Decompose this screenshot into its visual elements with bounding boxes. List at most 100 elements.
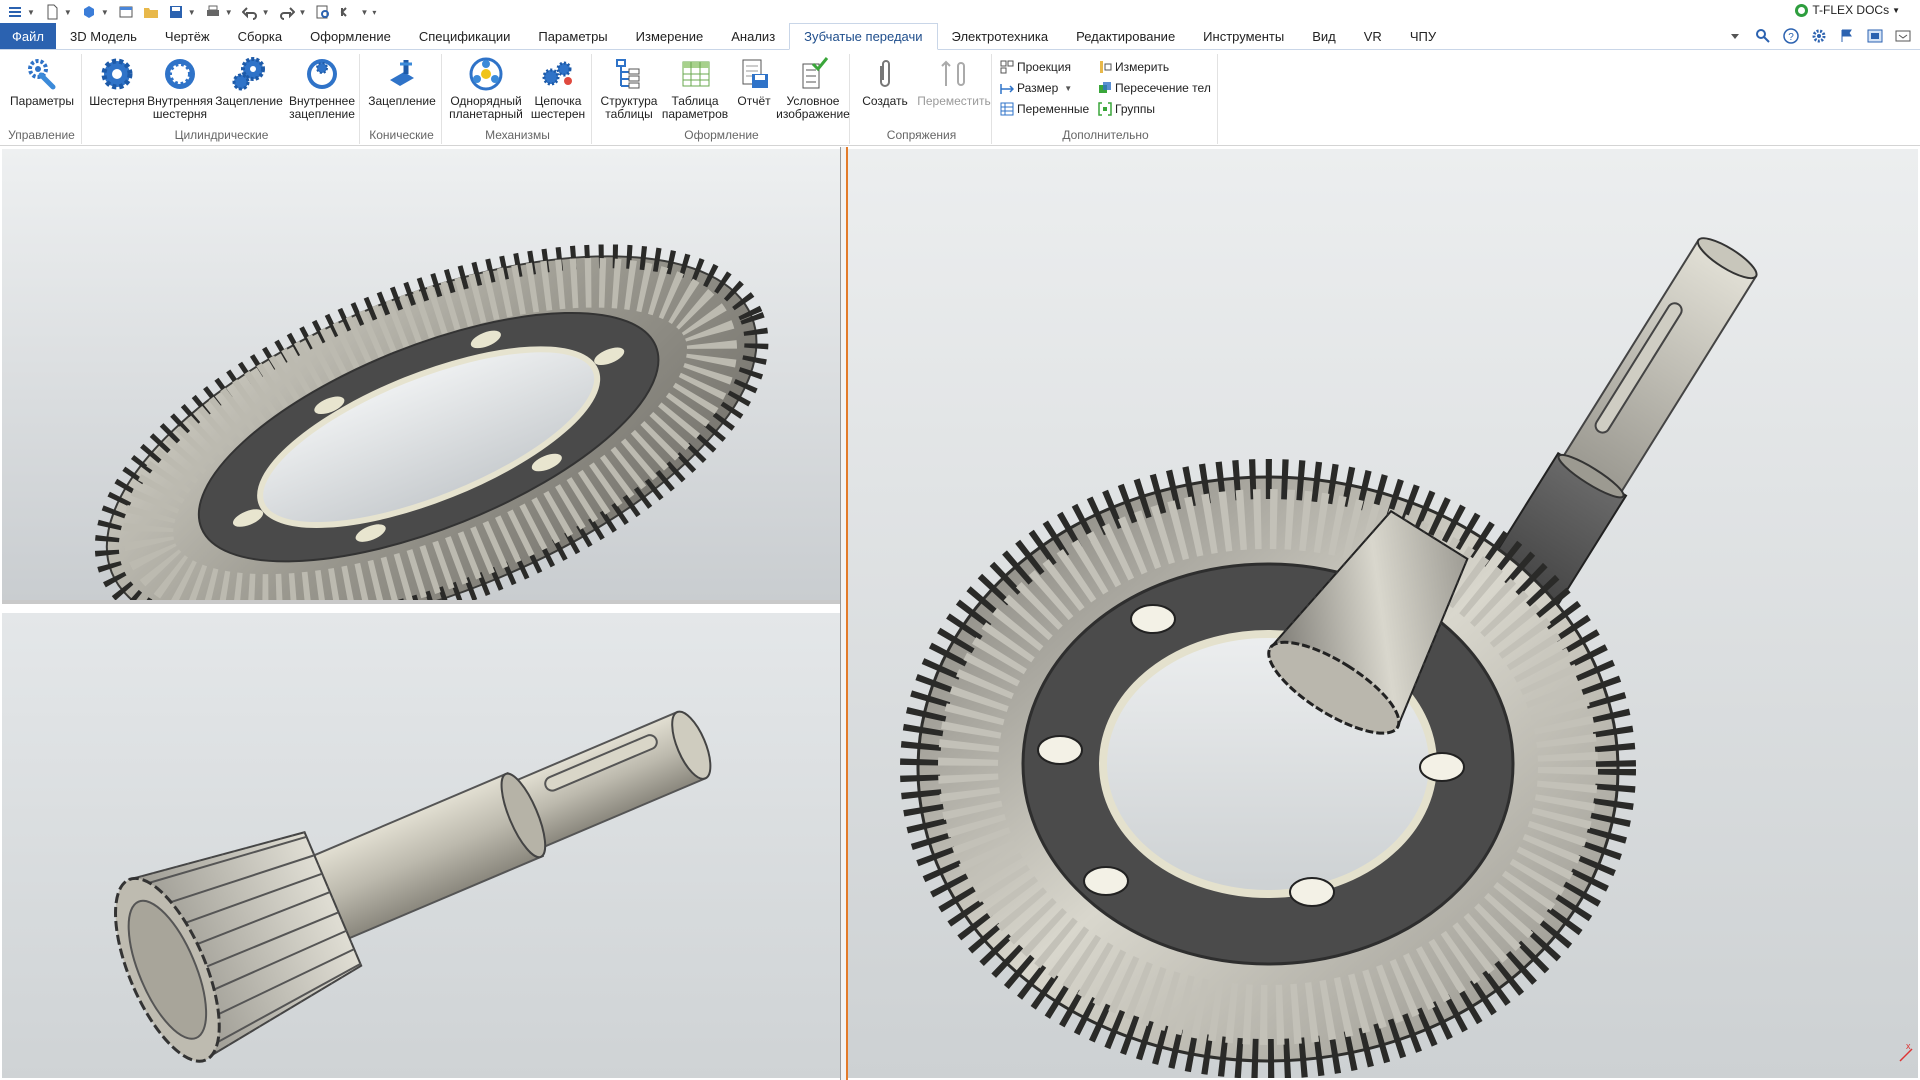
parameter-table-button[interactable]: Таблица параметров	[660, 56, 730, 121]
chevron-down-icon[interactable]: ▼	[360, 8, 368, 17]
chevron-down-icon[interactable]: ▼	[299, 8, 307, 17]
projection-button[interactable]: Проекция	[1000, 58, 1071, 76]
undo-icon[interactable]	[239, 1, 261, 23]
flag-icon[interactable]	[1838, 27, 1856, 45]
tab-parameters[interactable]: Параметры	[524, 23, 621, 49]
internal-gear-button[interactable]: Внутренняя шестерня	[147, 56, 213, 121]
viewport-bevel-gear[interactable]	[2, 149, 840, 604]
dropdown-icon[interactable]	[1726, 27, 1744, 45]
search-icon[interactable]	[1754, 27, 1772, 45]
viewport-gear-assembly[interactable]: x	[848, 149, 1918, 1078]
tab-editing[interactable]: Редактирование	[1062, 23, 1189, 49]
internal-gear-label-2: шестерня	[152, 107, 208, 121]
folder-icon[interactable]	[140, 1, 162, 23]
move-mate-label: Переместить	[917, 94, 991, 108]
chevron-down-icon[interactable]: ▼	[64, 8, 72, 17]
find-icon[interactable]	[312, 1, 334, 23]
report-button[interactable]: Отчёт	[730, 56, 778, 108]
tflex-docs-logo-icon	[1795, 3, 1809, 17]
parameter-table-label-2: параметров	[661, 107, 729, 121]
redo-icon[interactable]	[276, 1, 298, 23]
variables-button[interactable]: Переменные	[1000, 100, 1089, 118]
help-icon[interactable]: ?	[1782, 27, 1800, 45]
print-icon[interactable]	[202, 1, 224, 23]
tab-gears[interactable]: Зубчатые передачи	[789, 23, 938, 50]
paperclip-icon	[867, 56, 903, 92]
dimension-icon	[1000, 81, 1014, 95]
group-extra: Проекция Размер ▼ Переменные Измерить Пе…	[994, 54, 1218, 144]
move-mate-button[interactable]: Переместить	[916, 56, 992, 108]
tab-drawing[interactable]: Чертёж	[151, 23, 224, 49]
menu-icon[interactable]	[4, 1, 26, 23]
svg-text:?: ?	[1788, 32, 1794, 43]
ribbon-toggle-icon[interactable]	[1894, 27, 1912, 45]
internal-mesh-button[interactable]: Внутреннее зацепление	[286, 56, 358, 121]
size-label: Размер	[1017, 81, 1059, 95]
chevron-down-icon[interactable]: ▼	[225, 8, 233, 17]
table-structure-button[interactable]: Структура таблицы	[596, 56, 662, 121]
tab-electrical[interactable]: Электротехника	[938, 23, 1063, 49]
group-mates: Создать Переместить Сопряжения	[852, 54, 992, 144]
tab-view[interactable]: Вид	[1298, 23, 1350, 49]
tab-cnc[interactable]: ЧПУ	[1396, 23, 1450, 49]
customize-toolbar-icon[interactable]: ▾	[372, 8, 376, 17]
conical-mesh-label: Зацепление	[368, 94, 436, 108]
symbolic-image-button[interactable]: Условное изображение	[776, 56, 850, 121]
save-icon[interactable]	[165, 1, 187, 23]
group-cylindrical: Шестерня Внутренняя шестерня Зацепление …	[84, 54, 360, 144]
gear-chain-label-2: шестерен	[530, 107, 586, 121]
gear-button[interactable]: Шестерня	[86, 56, 148, 108]
tab-design[interactable]: Оформление	[296, 23, 405, 49]
group-label-design: Оформление	[684, 128, 759, 142]
tab-measurement[interactable]: Измерение	[622, 23, 718, 49]
group-label-mates: Сопряжения	[886, 128, 957, 142]
measure-button[interactable]: Измерить	[1098, 58, 1169, 76]
projection-icon	[1000, 60, 1014, 74]
group-label-extra: Дополнительно	[1062, 128, 1149, 142]
symbolic-image-icon	[795, 56, 831, 92]
tab-vr[interactable]: VR	[1350, 23, 1396, 49]
planetary-button[interactable]: Однорядный планетарный	[448, 56, 524, 121]
window-mode-icon[interactable]	[1866, 27, 1884, 45]
new-document-icon[interactable]	[41, 1, 63, 23]
mesh-button[interactable]: Зацепление	[214, 56, 284, 108]
tab-3d-model[interactable]: 3D Модель	[56, 23, 151, 49]
window-icon[interactable]	[115, 1, 137, 23]
chevron-down-icon[interactable]: ▼	[262, 8, 270, 17]
tflex-docs-indicator[interactable]: T-FLEX DOCs ▼	[1795, 3, 1900, 17]
chevron-down-icon[interactable]: ▼	[188, 8, 196, 17]
gear-chain-button[interactable]: Цепочка шестерен	[526, 56, 590, 121]
size-button[interactable]: Размер ▼	[1000, 79, 1072, 97]
viewport-pinion-shaft[interactable]	[2, 613, 840, 1078]
open-3d-icon[interactable]	[78, 1, 100, 23]
groups-button[interactable]: Группы	[1098, 100, 1155, 118]
gear-icon	[99, 56, 135, 92]
table-structure-icon	[611, 56, 647, 92]
chevron-down-icon[interactable]: ▼	[101, 8, 109, 17]
model-workspace: x	[0, 147, 1920, 1080]
tab-file[interactable]: Файл	[0, 23, 56, 49]
group-design: Структура таблицы Таблица параметров Отч…	[594, 54, 850, 144]
table-structure-label-2: таблицы	[605, 107, 653, 121]
chevron-down-icon[interactable]: ▼	[27, 8, 35, 17]
group-label-control: Управление	[8, 128, 75, 142]
conical-mesh-button[interactable]: Зацепление	[366, 56, 438, 108]
group-label-conical: Конические	[369, 128, 434, 142]
measure-icon	[1098, 60, 1112, 74]
intersection-icon	[1098, 81, 1112, 95]
tab-specifications[interactable]: Спецификации	[405, 23, 525, 49]
planetary-label-2: планетарный	[449, 107, 523, 121]
body-intersection-button[interactable]: Пересечение тел	[1098, 79, 1211, 97]
gear-icon[interactable]	[1810, 27, 1828, 45]
tab-tools[interactable]: Инструменты	[1189, 23, 1298, 49]
variables-icon	[1000, 102, 1014, 116]
tab-analysis[interactable]: Анализ	[717, 23, 789, 49]
viewport-splitter[interactable]	[840, 147, 848, 1080]
history-icon[interactable]	[337, 1, 359, 23]
group-conical: Зацепление Конические	[362, 54, 442, 144]
create-mate-button[interactable]: Создать	[852, 56, 918, 108]
parameters-button[interactable]: Параметры	[10, 56, 74, 108]
bevel-gear-icon	[384, 56, 420, 92]
spreadsheet-icon	[677, 56, 713, 92]
tab-assembly[interactable]: Сборка	[224, 23, 297, 49]
